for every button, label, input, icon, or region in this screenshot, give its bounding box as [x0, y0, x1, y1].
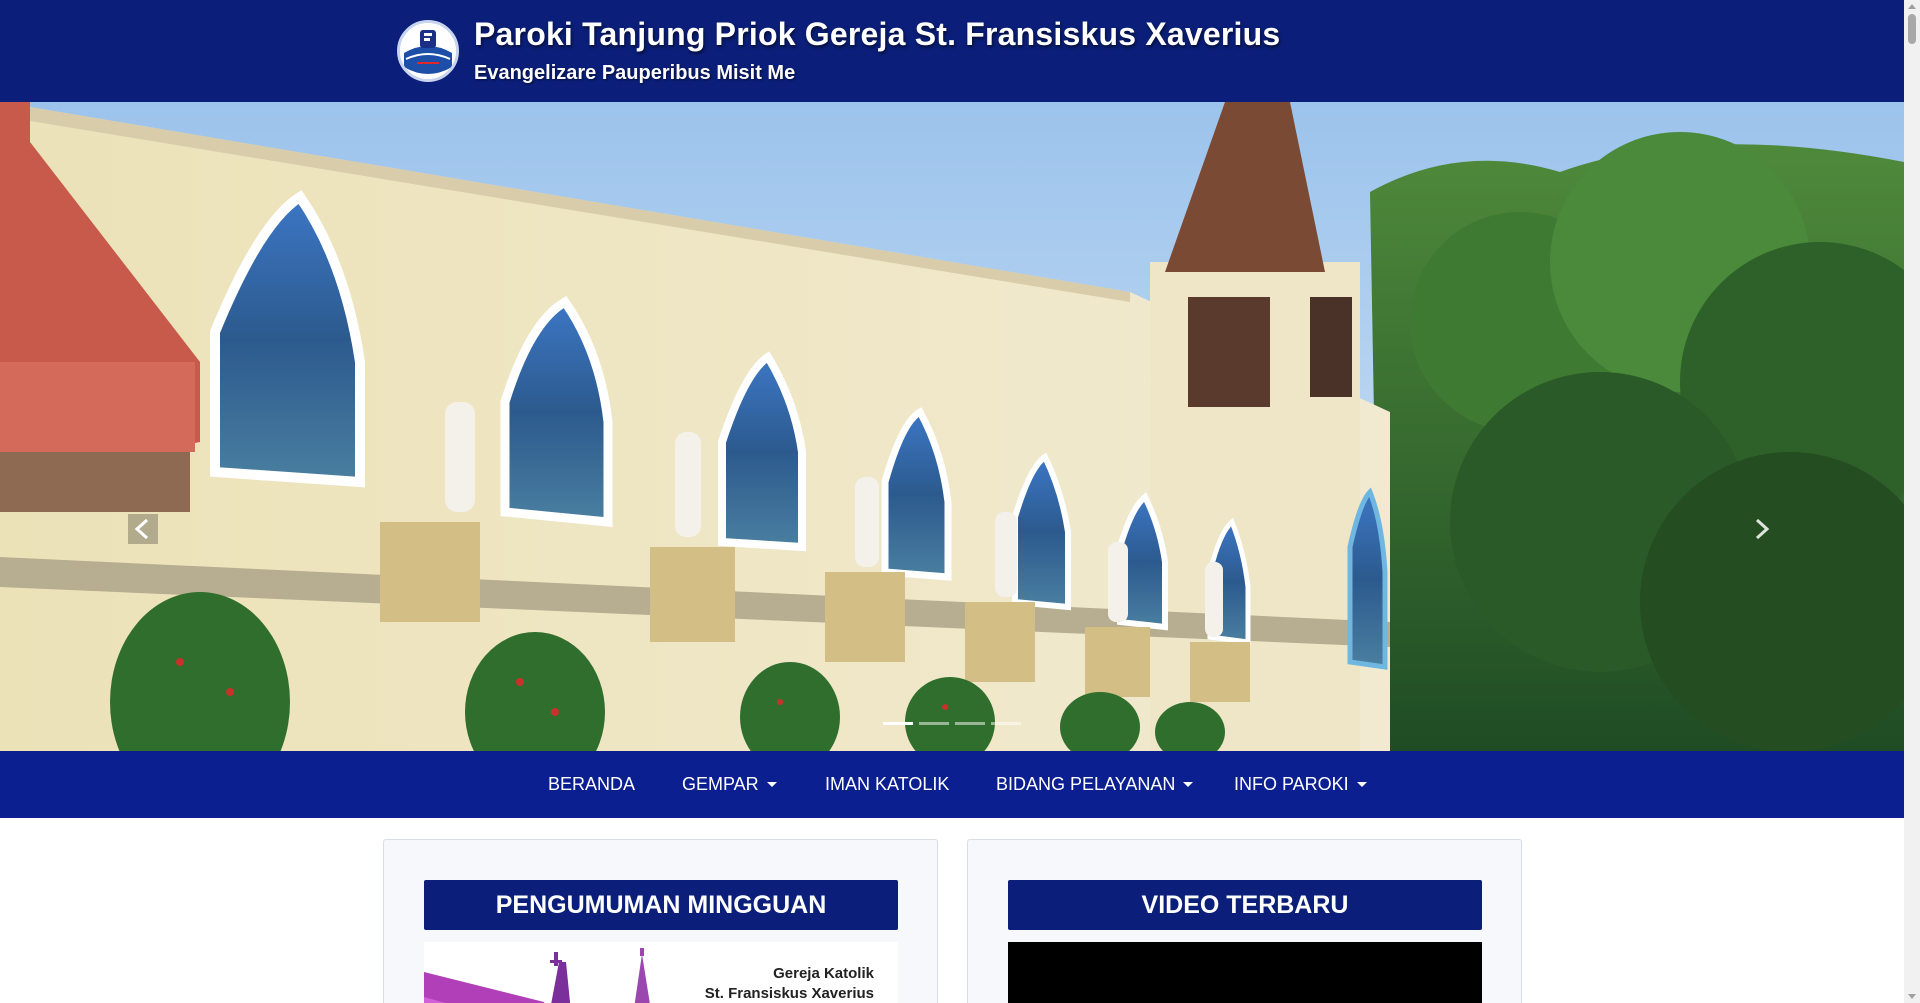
carousel-indicator-1[interactable]	[883, 722, 913, 725]
nav-item-label: IMAN KATOLIK	[825, 774, 950, 794]
carousel-indicator-2[interactable]	[919, 722, 949, 725]
nav-item-bidang-pelayanan[interactable]: BIDANG PELAYANAN	[996, 751, 1194, 818]
nav-item-label: BIDANG PELAYANAN	[996, 774, 1176, 794]
announcement-image-line1: Gereja Katolik	[773, 965, 874, 982]
site-tagline: Evangelizare Pauperibus Misit Me	[474, 62, 796, 84]
nav-item-label: GEMPAR	[682, 774, 759, 794]
nav-item-iman-katolik[interactable]: IMAN KATOLIK	[825, 751, 949, 818]
scroll-down-arrow-icon[interactable]	[1908, 994, 1916, 999]
announcement-card: PENGUMUMAN MINGGUAN Gereja Katolik St. F…	[383, 839, 938, 1003]
hero-carousel	[0, 102, 1904, 751]
nav-item-gempar[interactable]: GEMPAR	[682, 751, 777, 818]
scroll-thumb[interactable]	[1908, 14, 1916, 44]
carousel-indicator-3[interactable]	[955, 722, 985, 725]
announcement-heading: PENGUMUMAN MINGGUAN	[424, 880, 898, 930]
video-card: VIDEO TERBARU	[967, 839, 1522, 1003]
parish-logo-icon[interactable]	[397, 20, 459, 82]
caret-down-icon	[1183, 782, 1194, 787]
announcement-image-line2: St. Fransiskus Xaverius	[704, 985, 874, 1002]
church-building-photo	[0, 102, 1904, 751]
site-title[interactable]: Paroki Tanjung Priok Gereja St. Fransisk…	[474, 16, 1280, 53]
chevron-right-icon[interactable]	[1746, 514, 1776, 544]
caret-down-icon	[766, 782, 777, 787]
nav-item-info-paroki[interactable]: INFO PAROKI	[1234, 751, 1367, 818]
video-player[interactable]	[1008, 942, 1482, 1003]
scroll-up-arrow-icon[interactable]	[1908, 4, 1916, 9]
main-navbar: BERANDA GEMPAR IMAN KATOLIK BIDANG PELAY…	[0, 751, 1904, 818]
carousel-indicators	[883, 722, 1021, 725]
announcement-image[interactable]: Gereja Katolik St. Fransiskus Xaverius	[424, 942, 898, 1003]
caret-down-icon	[1356, 782, 1367, 787]
chevron-left-icon[interactable]	[128, 514, 158, 544]
video-heading: VIDEO TERBARU	[1008, 880, 1482, 930]
nav-item-beranda[interactable]: BERANDA	[548, 751, 635, 818]
nav-item-label: INFO PAROKI	[1234, 774, 1349, 794]
announcement-image-text: Gereja Katolik St. Fransiskus Xaverius	[705, 964, 874, 1003]
carousel-indicator-4[interactable]	[991, 722, 1021, 725]
page-scrollbar[interactable]	[1904, 0, 1920, 1003]
site-header: Paroki Tanjung Priok Gereja St. Fransisk…	[0, 0, 1904, 102]
nav-item-label: BERANDA	[548, 774, 636, 794]
